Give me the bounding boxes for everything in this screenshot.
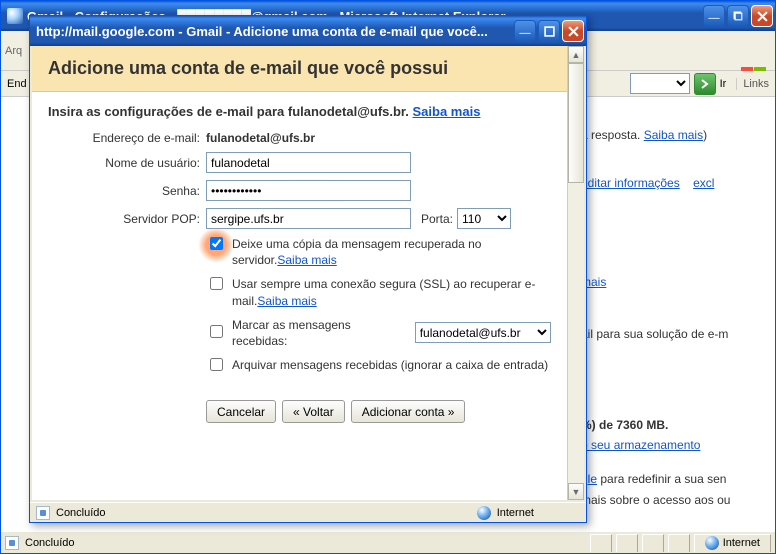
links-label: Links [736, 78, 769, 90]
leave-copy-label: Deixe uma cópia da mensagem recuperada n… [232, 237, 481, 267]
popup-minimize-button[interactable] [514, 20, 536, 42]
ssl-checkbox[interactable] [210, 277, 223, 290]
bg-link-edit-info[interactable]: editar informações [581, 176, 680, 190]
leave-copy-checkbox[interactable] [210, 237, 223, 250]
ie-logo-icon [7, 8, 23, 24]
learn-more-link[interactable]: Saiba mais [413, 104, 481, 119]
label-messages-label: Marcar as mensagens recebidas: [232, 317, 405, 349]
popup-titlebar[interactable]: http://mail.google.com - Gmail - Adicion… [30, 16, 586, 46]
popup-heading: Adicione uma conta de e-mail que você po… [32, 46, 567, 92]
close-button[interactable] [751, 5, 773, 27]
scroll-up-button[interactable]: ▲ [568, 46, 584, 63]
archive-checkbox[interactable] [210, 358, 223, 371]
password-field[interactable] [206, 180, 411, 201]
address-label: End [7, 78, 27, 90]
ssl-learn-more[interactable]: Saiba mais [257, 294, 316, 308]
background-page-fragment: a resposta. Saiba mais) editar informaçõ… [581, 97, 775, 510]
port-select[interactable]: 110 [457, 208, 511, 229]
popup-body: Adicione uma conta de e-mail que você po… [32, 46, 584, 500]
ie-menu-fragment: Arq [5, 45, 22, 57]
label-messages-checkbox[interactable] [210, 325, 223, 338]
minimize-button[interactable] [703, 5, 725, 27]
gmail-add-account-popup: http://mail.google.com - Gmail - Adicion… [29, 15, 587, 523]
label-select[interactable]: fulanodetal@ufs.br [415, 322, 551, 343]
pop-server-label: Servidor POP: [48, 212, 206, 226]
popup-close-button[interactable] [562, 20, 584, 42]
go-button[interactable] [694, 73, 716, 95]
ie-zone-label: Internet [723, 537, 760, 549]
popup-status-text: Concluído [56, 507, 106, 519]
archive-label: Arquivar mensagens recebidas (ignorar a … [232, 357, 548, 373]
popup-maximize-button[interactable] [538, 20, 560, 42]
popup-title: http://mail.google.com - Gmail - Adicion… [36, 24, 514, 39]
email-address-label: Endereço de e-mail: [48, 131, 206, 145]
port-label: Porta: [421, 212, 453, 226]
go-label: Ir [720, 78, 727, 90]
popup-instructions: Insira as configurações de e-mail para f… [32, 92, 567, 127]
leave-copy-learn-more[interactable]: Saiba mais [277, 253, 336, 267]
zone-globe-icon [477, 506, 491, 520]
cancel-button[interactable]: Cancelar [206, 400, 276, 423]
restore-button[interactable] [727, 5, 749, 27]
zone-globe-icon [705, 536, 719, 550]
done-icon [5, 536, 19, 550]
add-account-button[interactable]: Adicionar conta » [351, 400, 466, 423]
email-address-value: fulanodetal@ufs.br [206, 131, 315, 145]
popup-scrollbar[interactable]: ▲ ▼ [567, 46, 584, 500]
ie-statusbar: Concluído Internet [1, 531, 775, 553]
scroll-thumb[interactable] [568, 63, 584, 183]
bg-link-storage[interactable]: o seu armazenamento [581, 438, 700, 452]
username-label: Nome de usuário: [48, 156, 206, 170]
username-field[interactable] [206, 152, 411, 173]
bg-link-learn-more[interactable]: Saiba mais [644, 128, 703, 142]
password-label: Senha: [48, 184, 206, 198]
scroll-down-button[interactable]: ▼ [568, 483, 584, 500]
pop-server-field[interactable] [206, 208, 411, 229]
back-button[interactable]: « Voltar [282, 400, 345, 423]
ie-status-text: Concluído [25, 537, 75, 549]
bg-link-delete[interactable]: excl [693, 176, 714, 190]
account-form: Endereço de e-mail: fulanodetal@ufs.br N… [32, 127, 567, 427]
done-icon [36, 506, 50, 520]
popup-zone-label: Internet [497, 507, 534, 519]
popup-statusbar: Concluído Internet [30, 502, 586, 522]
address-combo[interactable] [630, 73, 690, 94]
